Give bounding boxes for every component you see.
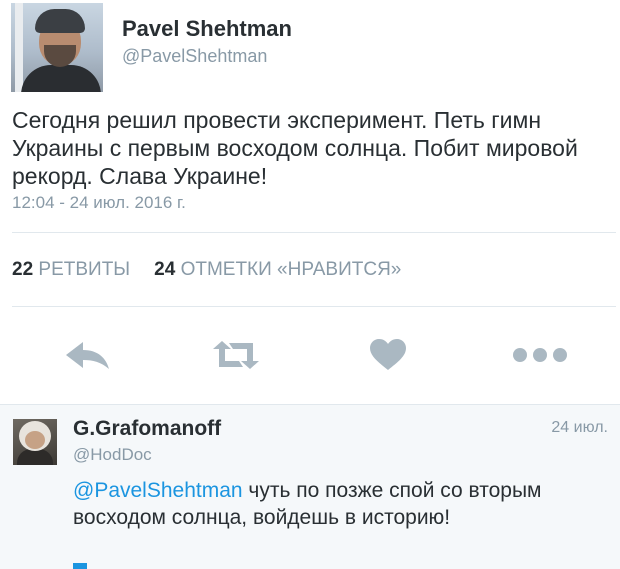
- reply-tweet[interactable]: G.Grafomanoff @HodDoc 24 июл. @PavelSheh…: [0, 404, 620, 569]
- tweet-timestamp[interactable]: 12:04 - 24 июл. 2016 г.: [12, 193, 186, 213]
- divider-top: [12, 232, 616, 233]
- retweets-count: 22: [12, 259, 34, 280]
- retweets-stat[interactable]: 22 РЕТВИТЫ: [12, 259, 130, 280]
- likes-count: 24: [154, 259, 176, 280]
- main-tweet: Pavel Shehtman @PavelShehtman Сегодня ре…: [0, 0, 620, 408]
- tweet-actions: [0, 330, 620, 380]
- likes-label: ОТМЕТКИ «НРАВИТСЯ»: [180, 259, 402, 280]
- reply-avatar-face: [25, 431, 45, 449]
- author-name[interactable]: Pavel Shehtman: [122, 16, 292, 42]
- author-handle[interactable]: @PavelShehtman: [122, 46, 267, 67]
- avatar-beard: [44, 45, 76, 67]
- reply-cut-link[interactable]: [73, 563, 87, 569]
- tweet-text: Сегодня решил провести эксперимент. Петь…: [12, 107, 578, 189]
- retweet-button[interactable]: [206, 330, 266, 380]
- reply-author-handle[interactable]: @HodDoc: [73, 445, 152, 465]
- retweets-label: РЕТВИТЫ: [38, 259, 131, 280]
- reply-button[interactable]: [58, 330, 118, 380]
- reply-avatar[interactable]: [13, 419, 57, 465]
- more-icon: [513, 348, 567, 362]
- divider-middle: [12, 306, 616, 307]
- heart-icon: [370, 339, 406, 370]
- reply-icon: [66, 342, 109, 369]
- reply-mention-link[interactable]: @PavelShehtman: [73, 479, 243, 502]
- retweet-icon: [213, 341, 259, 369]
- reply-text: @PavelShehtman чуть по позже спой со вто…: [73, 477, 603, 531]
- avatar-coat: [21, 65, 101, 92]
- reply-avatar-body: [17, 449, 53, 465]
- avatar-hat: [35, 9, 85, 33]
- like-button[interactable]: [358, 330, 418, 380]
- avatar-background-pillar: [15, 3, 23, 92]
- tweet-stats: 22 РЕТВИТЫ 24 ОТМЕТКИ «НРАВИТСЯ»: [12, 259, 401, 281]
- author-avatar[interactable]: [11, 3, 103, 92]
- reply-author-name[interactable]: G.Grafomanoff: [73, 417, 221, 441]
- likes-stat[interactable]: 24 ОТМЕТКИ «НРАВИТСЯ»: [154, 259, 401, 280]
- more-button[interactable]: [510, 330, 570, 380]
- reply-date[interactable]: 24 июл.: [551, 419, 608, 437]
